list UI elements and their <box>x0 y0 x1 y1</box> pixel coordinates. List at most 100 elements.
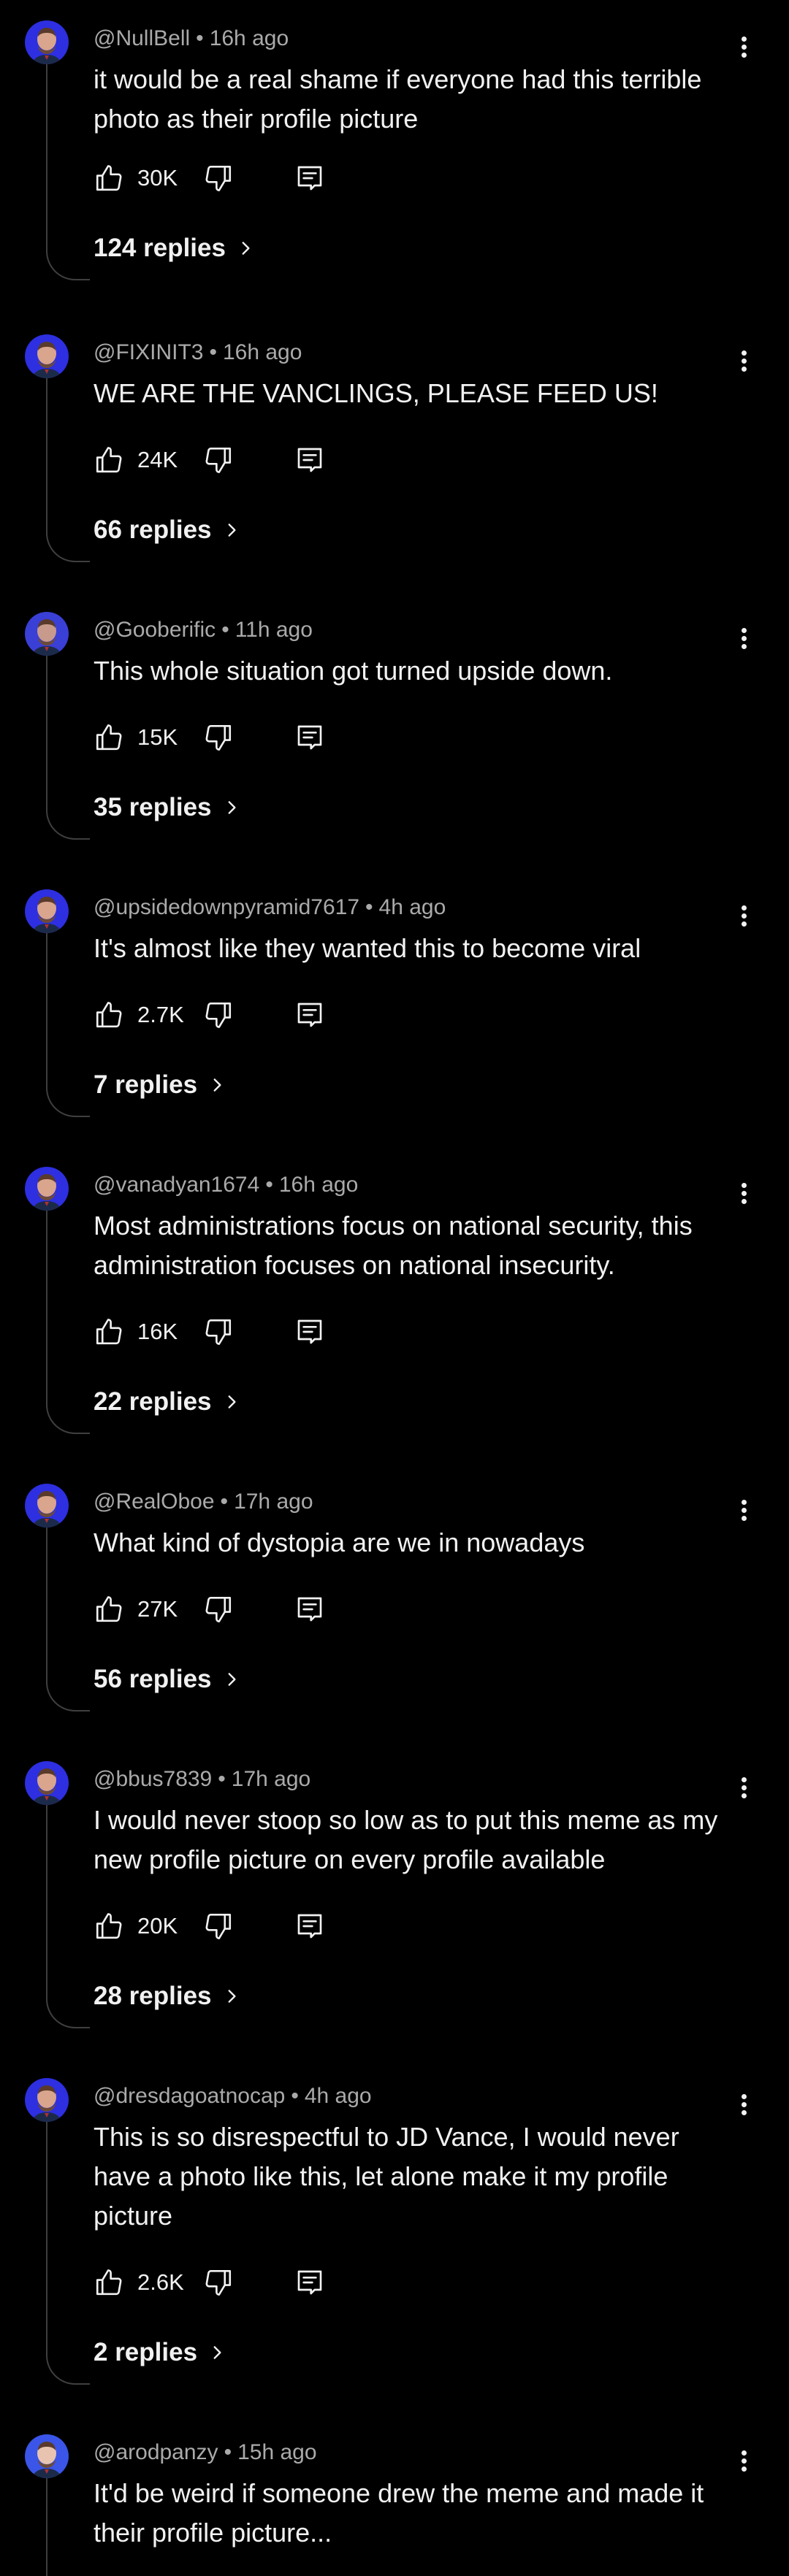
comment-author[interactable]: @Gooberific <box>94 618 216 642</box>
dot <box>741 1776 747 1782</box>
view-replies-button[interactable]: 124 replies <box>94 234 255 263</box>
view-replies-button[interactable]: 35 replies <box>94 793 241 822</box>
reply-button[interactable] <box>295 723 324 752</box>
thumbs-down-icon <box>203 163 234 193</box>
like-button[interactable]: 15K <box>94 722 188 753</box>
more-options-button[interactable] <box>731 1769 757 1806</box>
comment-author[interactable]: @RealOboe <box>94 1490 215 1514</box>
comment-author[interactable]: @upsidedownpyramid7617 <box>94 895 359 919</box>
dislike-button[interactable] <box>203 1594 234 1625</box>
reply-button[interactable] <box>295 164 324 193</box>
more-options-button[interactable] <box>731 2086 757 2123</box>
reply-button[interactable] <box>295 1317 324 1346</box>
dot <box>741 1499 747 1505</box>
comment-text: It'd be weird if someone drew the meme a… <box>94 2478 704 2548</box>
view-replies-button[interactable]: 22 replies <box>94 1387 241 1417</box>
like-button[interactable]: 20K <box>94 1911 188 1941</box>
thread-line <box>46 1527 47 1681</box>
comment-meta: @FIXINIT3 • 16h ago <box>94 339 302 367</box>
reply-button[interactable] <box>295 445 324 475</box>
comment-actions: 16K <box>94 1311 678 1352</box>
comment-meta: @dresdagoatnocap • 4h ago <box>94 2082 372 2110</box>
replies-count: 35 replies <box>94 793 212 821</box>
avatar[interactable] <box>25 2434 69 2478</box>
more-options-button[interactable] <box>731 28 757 65</box>
avatar[interactable] <box>25 20 69 64</box>
comment-author[interactable]: @dresdagoatnocap <box>94 2084 285 2108</box>
avatar[interactable] <box>25 889 69 933</box>
comment-author[interactable]: @vanadyan1674 <box>94 1173 259 1197</box>
dislike-button[interactable] <box>203 2267 234 2298</box>
comment-time: 4h ago <box>304 2084 372 2108</box>
reply-icon <box>295 1317 324 1346</box>
reply-button[interactable] <box>295 2268 324 2297</box>
thumbs-down-icon <box>203 1316 234 1347</box>
comment-meta: @bbus7839 • 17h ago <box>94 1766 310 1793</box>
more-options-button[interactable] <box>731 897 757 934</box>
avatar[interactable] <box>25 1761 69 1805</box>
view-replies-button[interactable]: 66 replies <box>94 515 241 545</box>
reply-icon <box>295 723 324 752</box>
view-replies-button[interactable]: 7 replies <box>94 1070 226 1100</box>
comment-author[interactable]: @NullBell <box>94 26 190 50</box>
chevron-right-icon <box>226 239 255 258</box>
thread-connector <box>46 1996 90 2028</box>
comment-text: This is so disrespectful to JD Vance, I … <box>94 2122 679 2231</box>
avatar[interactable] <box>25 2078 69 2122</box>
reply-icon <box>295 1595 324 1624</box>
dislike-button[interactable] <box>203 1911 234 1941</box>
like-count: 20K <box>137 1913 178 1939</box>
meta-separator: • <box>291 2084 299 2108</box>
more-options-button[interactable] <box>731 342 757 379</box>
like-button[interactable]: 16K <box>94 1316 188 1347</box>
reply-button[interactable] <box>295 1595 324 1624</box>
avatar[interactable] <box>25 334 69 378</box>
dot <box>741 2450 747 2456</box>
view-replies-button[interactable]: 28 replies <box>94 1982 241 2011</box>
dislike-button[interactable] <box>203 1000 234 1030</box>
avatar[interactable] <box>25 1167 69 1211</box>
more-options-button[interactable] <box>731 1492 757 1528</box>
dislike-button[interactable] <box>203 445 234 475</box>
more-options-button[interactable] <box>731 620 757 656</box>
meta-separator: • <box>265 1173 273 1197</box>
comment-author[interactable]: @arodpanzy <box>94 2440 218 2464</box>
chevron-right-icon <box>212 1670 241 1689</box>
dot <box>741 366 747 372</box>
avatar[interactable] <box>25 612 69 656</box>
replies-count: 2 replies <box>94 2338 198 2366</box>
like-button[interactable]: 24K <box>94 445 188 475</box>
view-replies-button[interactable]: 56 replies <box>94 1665 241 1694</box>
comment-text: What kind of dystopia are we in nowadays <box>94 1527 585 1557</box>
more-options-button[interactable] <box>731 1175 757 1211</box>
thread-line <box>46 1805 47 1998</box>
dot <box>741 627 747 633</box>
view-replies-button[interactable]: 2 replies <box>94 2338 226 2367</box>
comment-author[interactable]: @bbus7839 <box>94 1767 212 1791</box>
thread-connector <box>46 1085 90 1117</box>
reply-button[interactable] <box>295 1912 324 1941</box>
like-button[interactable]: 30K <box>94 163 188 193</box>
dislike-button[interactable] <box>203 163 234 193</box>
comment-meta: @vanadyan1674 • 16h ago <box>94 1171 358 1199</box>
thread-line <box>46 2478 47 2576</box>
comment-author[interactable]: @FIXINIT3 <box>94 340 203 364</box>
avatar[interactable] <box>25 1484 69 1527</box>
reply-icon <box>295 164 324 193</box>
replies-count: 22 replies <box>94 1387 212 1416</box>
like-button[interactable]: 27K <box>94 1594 188 1625</box>
thread-line <box>46 1211 47 1403</box>
more-options-button[interactable] <box>731 2442 757 2479</box>
thumbs-up-icon <box>94 1316 124 1347</box>
dislike-button[interactable] <box>203 722 234 753</box>
dot <box>741 350 747 356</box>
comment-text: This whole situation got turned upside d… <box>94 656 613 686</box>
comment-time: 16h ago <box>222 340 302 364</box>
comment-meta: @RealOboe • 17h ago <box>94 1488 313 1516</box>
dot <box>741 1190 747 1196</box>
dislike-button[interactable] <box>203 1316 234 1347</box>
like-button[interactable]: 2.7K <box>94 1000 188 1030</box>
reply-button[interactable] <box>295 1000 324 1030</box>
like-button[interactable]: 2.6K <box>94 2267 188 2298</box>
dot <box>741 2109 747 2115</box>
